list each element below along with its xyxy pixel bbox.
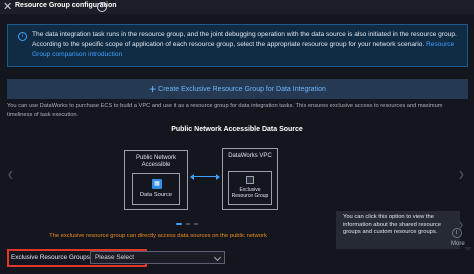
help-icon[interactable]: ?	[97, 2, 107, 12]
public-network-title: Public Network Accessible	[135, 155, 176, 168]
data-source-label: Data Source	[139, 192, 173, 198]
data-source-box: ▦ Data Source	[132, 173, 180, 205]
carousel-indicators	[176, 223, 198, 226]
info-message: The data integration task runs in the re…	[32, 31, 457, 48]
carousel-next-icon[interactable]: ❯	[458, 170, 465, 179]
resource-group-icon	[246, 176, 254, 184]
exclusive-resource-groups-label: Exclusive Resource Groups:	[11, 254, 92, 261]
public-network-box: Public Network Accessible ▦ Data Source	[124, 150, 188, 210]
more-tooltip: You can click this option to view the in…	[336, 211, 472, 251]
tooltip-arrow	[464, 247, 472, 251]
exclusive-resource-group-label: Exclusive Resource Group	[231, 187, 269, 199]
chevron-down-icon	[213, 253, 222, 262]
exclusive-resource-group-select[interactable]: Please Select	[90, 251, 225, 264]
carousel-dot-3[interactable]	[194, 223, 198, 225]
info-banner: i The data integration task runs in the …	[7, 24, 468, 67]
plus-icon: +	[149, 82, 157, 96]
more-icon[interactable]	[452, 228, 462, 238]
carousel-prev-icon[interactable]: ❮	[7, 170, 14, 179]
create-button-label: Create Exclusive Resource Group for Data…	[158, 85, 326, 93]
exclusive-resource-group-box: Exclusive Resource Group	[228, 171, 272, 205]
tooltip-text: You can click this option to view the in…	[343, 214, 441, 235]
description-text: You can use DataWorks to purchase ECS to…	[7, 103, 443, 118]
vpc-title: DataWorks VPC	[228, 153, 272, 159]
select-placeholder: Please Select	[95, 254, 135, 261]
bidirectional-arrow-icon	[190, 174, 220, 180]
more-button[interactable]: More	[451, 241, 465, 247]
info-icon: i	[18, 32, 27, 41]
carousel-title: Public Network Accessible Data Source	[171, 126, 303, 133]
info-text: The data integration task runs in the re…	[32, 30, 462, 60]
carousel-dot-2[interactable]	[186, 223, 190, 225]
dialog-header: ✕ Resource Group configuration ?	[0, 0, 474, 14]
scenario-note: The exclusive resource group can directl…	[49, 233, 267, 239]
close-icon[interactable]: ✕	[3, 1, 12, 13]
create-exclusive-resource-group-button[interactable]: + Create Exclusive Resource Group for Da…	[7, 79, 468, 99]
carousel-dot-1[interactable]	[176, 223, 182, 225]
dataworks-vpc-box: DataWorks VPC Exclusive Resource Group	[222, 148, 278, 210]
database-icon: ▦	[152, 179, 162, 189]
